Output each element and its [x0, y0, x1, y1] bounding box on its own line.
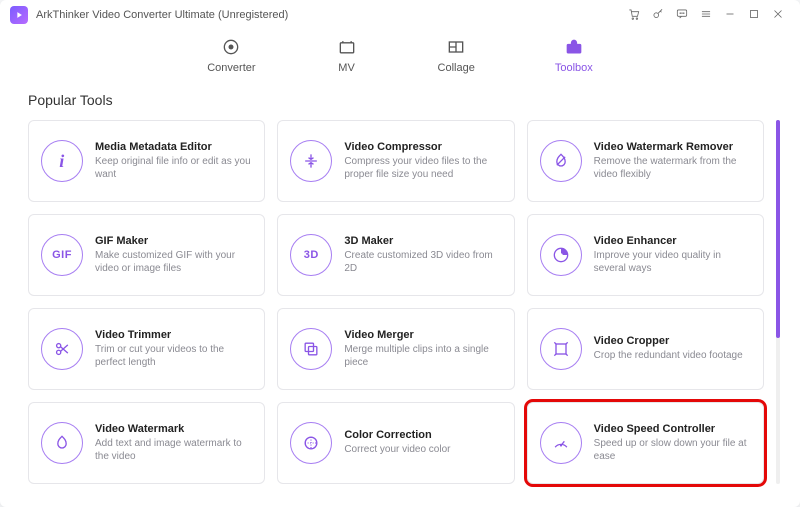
mv-icon	[336, 36, 358, 58]
tool-video-speed-controller[interactable]: Video Speed Controller Speed up or slow …	[527, 402, 764, 484]
collage-icon	[445, 36, 467, 58]
titlebar: ArkThinker Video Converter Ultimate (Unr…	[0, 0, 800, 30]
card-title: Media Metadata Editor	[95, 141, 252, 153]
scrollbar-thumb[interactable]	[776, 120, 780, 338]
tool-video-compressor[interactable]: Video Compressor Compress your video fil…	[277, 120, 514, 202]
card-title: Video Cropper	[594, 335, 751, 347]
watermark-remove-icon	[540, 140, 582, 182]
tool-video-cropper[interactable]: Video Cropper Crop the redundant video f…	[527, 308, 764, 390]
card-title: GIF Maker	[95, 235, 252, 247]
tool-video-merger[interactable]: Video Merger Merge multiple clips into a…	[277, 308, 514, 390]
tool-color-correction[interactable]: Color Correction Correct your video colo…	[277, 402, 514, 484]
nav-label: Converter	[207, 62, 255, 74]
card-title: Color Correction	[344, 429, 501, 441]
card-title: Video Speed Controller	[594, 423, 751, 435]
nav-collage[interactable]: Collage	[438, 36, 475, 74]
card-desc: Improve your video quality in several wa…	[594, 249, 751, 276]
enhancer-icon	[540, 234, 582, 276]
compress-icon	[290, 140, 332, 182]
card-title: Video Compressor	[344, 141, 501, 153]
nav-mv[interactable]: MV	[336, 36, 358, 74]
maximize-icon[interactable]	[742, 7, 766, 24]
toolbox-icon	[563, 36, 585, 58]
three-d-icon: 3D	[290, 234, 332, 276]
section-title: Popular Tools	[28, 92, 780, 108]
card-desc: Merge multiple clips into a single piece	[344, 343, 501, 370]
app-logo-icon	[10, 6, 28, 24]
converter-icon	[220, 36, 242, 58]
card-desc: Keep original file info or edit as you w…	[95, 155, 252, 182]
window-title: ArkThinker Video Converter Ultimate (Unr…	[36, 9, 288, 21]
nav-label: Collage	[438, 62, 475, 74]
card-desc: Create customized 3D video from 2D	[344, 249, 501, 276]
card-title: Video Merger	[344, 329, 501, 341]
card-desc: Make customized GIF with your video or i…	[95, 249, 252, 276]
nav-label: MV	[338, 62, 355, 74]
card-desc: Trim or cut your videos to the perfect l…	[95, 343, 252, 370]
tools-grid: i Media Metadata Editor Keep original fi…	[28, 120, 768, 484]
card-desc: Remove the watermark from the video flex…	[594, 155, 751, 182]
menu-icon[interactable]	[694, 7, 718, 24]
card-desc: Crop the redundant video footage	[594, 349, 751, 363]
color-icon	[290, 422, 332, 464]
scrollbar[interactable]	[776, 120, 780, 484]
scissors-icon	[41, 328, 83, 370]
card-title: Video Watermark	[95, 423, 252, 435]
tool-3d-maker[interactable]: 3D 3D Maker Create customized 3D video f…	[277, 214, 514, 296]
key-icon[interactable]	[646, 7, 670, 24]
card-title: 3D Maker	[344, 235, 501, 247]
card-desc: Add text and image watermark to the vide…	[95, 437, 252, 464]
tool-video-enhancer[interactable]: Video Enhancer Improve your video qualit…	[527, 214, 764, 296]
merger-icon	[290, 328, 332, 370]
tool-video-trimmer[interactable]: Video Trimmer Trim or cut your videos to…	[28, 308, 265, 390]
tool-media-metadata-editor[interactable]: i Media Metadata Editor Keep original fi…	[28, 120, 265, 202]
nav-label: Toolbox	[555, 62, 593, 74]
card-desc: Speed up or slow down your file at ease	[594, 437, 751, 464]
watermark-icon	[41, 422, 83, 464]
card-title: Video Watermark Remover	[594, 141, 751, 153]
tool-gif-maker[interactable]: GIF GIF Maker Make customized GIF with y…	[28, 214, 265, 296]
gif-icon: GIF	[41, 234, 83, 276]
card-title: Video Enhancer	[594, 235, 751, 247]
minimize-icon[interactable]	[718, 7, 742, 24]
speed-icon	[540, 422, 582, 464]
app-window: ArkThinker Video Converter Ultimate (Unr…	[0, 0, 800, 507]
nav-converter[interactable]: Converter	[207, 36, 255, 74]
cart-icon[interactable]	[622, 7, 646, 24]
info-icon: i	[41, 140, 83, 182]
card-desc: Compress your video files to the proper …	[344, 155, 501, 182]
top-nav: Converter MV Collage Toolbox	[0, 30, 800, 88]
tool-video-watermark-remover[interactable]: Video Watermark Remover Remove the water…	[527, 120, 764, 202]
feedback-icon[interactable]	[670, 7, 694, 24]
card-desc: Correct your video color	[344, 443, 501, 457]
tool-video-watermark[interactable]: Video Watermark Add text and image water…	[28, 402, 265, 484]
content-area: Popular Tools i Media Metadata Editor Ke…	[0, 92, 800, 484]
cropper-icon	[540, 328, 582, 370]
nav-toolbox[interactable]: Toolbox	[555, 36, 593, 74]
card-title: Video Trimmer	[95, 329, 252, 341]
close-icon[interactable]	[766, 7, 790, 24]
